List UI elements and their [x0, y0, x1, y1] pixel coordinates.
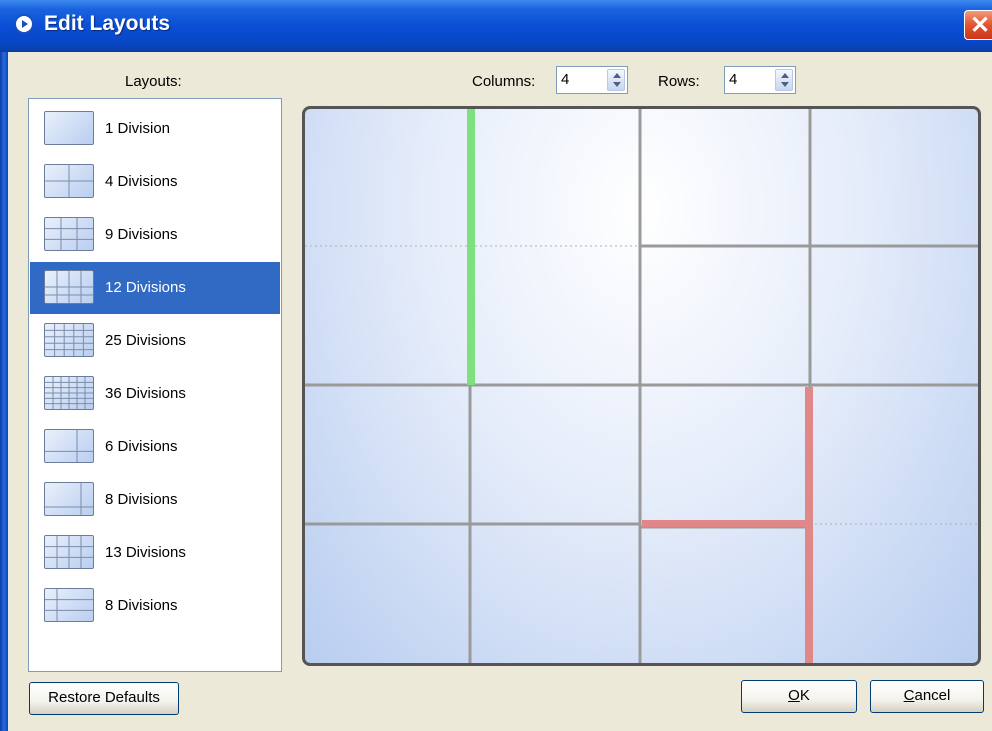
rows-label: Rows:	[658, 73, 700, 90]
layout-item[interactable]: 9 Divisions	[30, 209, 280, 261]
ok-button[interactable]: OK	[741, 680, 857, 713]
ok-mnemonic: O	[788, 687, 800, 704]
layout-thumbnail-icon	[44, 270, 94, 304]
layout-thumbnail-icon	[44, 482, 94, 516]
columns-value[interactable]: 4	[561, 71, 569, 88]
window-frame-left	[0, 52, 8, 731]
layout-thumbnail-icon	[44, 217, 94, 251]
cancel-mnemonic: C	[903, 687, 915, 704]
thumbnail-grid-icon	[45, 112, 93, 144]
layout-item-label: 6 Divisions	[105, 438, 178, 455]
window-title: Edit Layouts	[44, 12, 171, 35]
layout-item[interactable]: 36 Divisions	[30, 368, 280, 420]
layout-list[interactable]: 1 Division 4 Divisions 9 Divisions 12 Divis…	[28, 98, 282, 672]
layout-item-label: 12 Divisions	[105, 279, 186, 296]
highlighted-divider-red[interactable]	[642, 520, 810, 527]
columns-spin-arrows[interactable]	[607, 69, 625, 91]
spin-down-icon[interactable]	[613, 82, 621, 87]
app-icon	[14, 14, 34, 34]
thumbnail-grid-icon	[45, 377, 93, 409]
rows-spin-arrows[interactable]	[775, 69, 793, 91]
title-bar[interactable]: Edit Layouts ✕	[0, 0, 992, 52]
highlighted-divider-green[interactable]	[467, 109, 475, 385]
layout-item-label: 8 Divisions	[105, 491, 178, 508]
spin-up-icon[interactable]	[613, 73, 621, 78]
grid-canvas[interactable]	[305, 109, 978, 663]
layout-thumbnail-icon	[44, 376, 94, 410]
thumbnail-grid-icon	[45, 324, 93, 356]
cancel-label-rest: ancel	[914, 687, 951, 704]
layout-item-label: 25 Divisions	[105, 332, 186, 349]
close-icon: ✕	[970, 12, 991, 39]
spin-down-icon[interactable]	[781, 82, 789, 87]
layout-item-label: 36 Divisions	[105, 385, 186, 402]
layout-item[interactable]: 25 Divisions	[30, 315, 280, 367]
layout-thumbnail-icon	[44, 588, 94, 622]
layout-item-label: 8 Divisions	[105, 597, 178, 614]
layout-thumbnail-icon	[44, 323, 94, 357]
spin-up-icon[interactable]	[781, 73, 789, 78]
rows-value[interactable]: 4	[729, 71, 737, 88]
close-button[interactable]: ✕	[964, 10, 992, 40]
layout-item[interactable]: 13 Divisions	[30, 527, 280, 579]
layout-item-label: 1 Division	[105, 120, 171, 137]
thumbnail-grid-icon	[45, 589, 93, 621]
thumbnail-grid-icon	[45, 536, 93, 568]
thumbnail-grid-icon	[45, 483, 93, 515]
layout-item-label: 9 Divisions	[105, 226, 178, 243]
layout-thumbnail-icon	[44, 164, 94, 198]
restore-defaults-button[interactable]: Restore Defaults	[29, 682, 179, 715]
layout-item[interactable]: 8 Divisions	[30, 474, 280, 526]
columns-label: Columns:	[472, 73, 536, 90]
layout-thumbnail-icon	[44, 111, 94, 145]
cancel-button[interactable]: Cancel	[870, 680, 984, 713]
layout-item-label: 4 Divisions	[105, 173, 178, 190]
layout-item[interactable]: 6 Divisions	[30, 421, 280, 473]
edit-layouts-dialog: Edit Layouts ✕ Layouts: Columns: 4 Rows:…	[0, 0, 992, 731]
layout-grid-editor[interactable]	[302, 106, 981, 666]
ok-label-rest: K	[799, 687, 810, 704]
rows-stepper[interactable]: 4	[724, 66, 796, 94]
layout-thumbnail-icon	[44, 535, 94, 569]
layouts-label: Layouts:	[125, 73, 182, 90]
layout-item[interactable]: 4 Divisions	[30, 156, 280, 208]
thumbnail-grid-icon	[45, 218, 93, 250]
thumbnail-grid-icon	[45, 430, 93, 462]
columns-stepper[interactable]: 4	[556, 66, 628, 94]
layout-item[interactable]: 1 Division	[30, 103, 280, 155]
layout-item[interactable]: 12 Divisions	[30, 262, 280, 314]
layout-item[interactable]: 8 Divisions	[30, 580, 280, 632]
thumbnail-grid-icon	[45, 271, 93, 303]
thumbnail-grid-icon	[45, 165, 93, 197]
layout-thumbnail-icon	[44, 429, 94, 463]
layout-item-label: 13 Divisions	[105, 544, 186, 561]
